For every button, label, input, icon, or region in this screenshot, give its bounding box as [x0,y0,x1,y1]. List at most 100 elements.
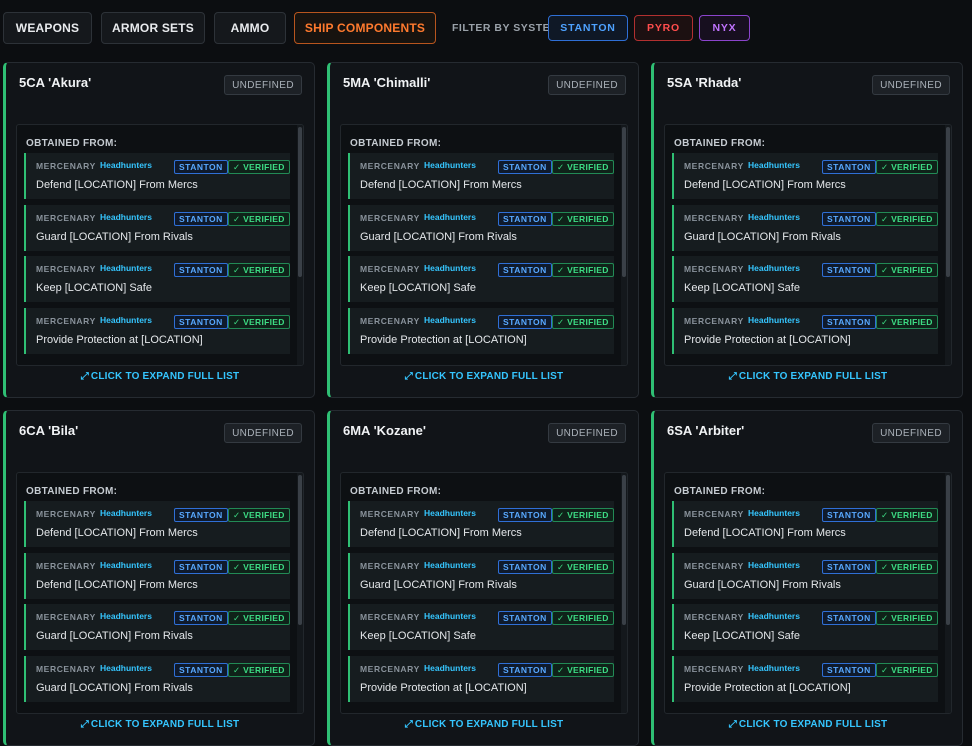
source-entry[interactable]: MERCENARY Headhunters STANTON ✓ VERIFIED… [672,604,938,650]
faction-link[interactable]: Headhunters [100,663,152,673]
faction-link[interactable]: Headhunters [100,508,152,518]
faction-link[interactable]: Headhunters [424,611,476,621]
source-entry[interactable]: MERCENARY Headhunters STANTON ✓ VERIFIED… [24,656,290,702]
faction-link[interactable]: Headhunters [100,611,152,621]
mission-type: MERCENARY [36,316,96,326]
component-card: 6SA 'Arbiter' UNDEFINED OBTAINED FROM: M… [651,410,963,746]
faction-link[interactable]: Headhunters [424,263,476,273]
source-entry[interactable]: MERCENARY Headhunters STANTON ✓ VERIFIED… [672,308,938,354]
source-entry[interactable]: MERCENARY Headhunters STANTON ✓ VERIFIED… [348,308,614,354]
verified-badge: ✓ VERIFIED [552,663,614,677]
card-title: 5MA 'Chimalli' [343,75,431,90]
scrollbar-thumb[interactable] [946,475,950,625]
source-entry[interactable]: MERCENARY Headhunters STANTON ✓ VERIFIED… [24,501,290,547]
faction-link[interactable]: Headhunters [424,663,476,673]
scrollbar-thumb[interactable] [622,475,626,625]
faction-link[interactable]: Headhunters [748,663,800,673]
faction-link[interactable]: Headhunters [424,560,476,570]
filter-pyro-button[interactable]: PYRO [634,15,693,41]
tab-armor-sets[interactable]: ARMOR SETS [101,12,205,44]
source-entry[interactable]: MERCENARY Headhunters STANTON ✓ VERIFIED… [672,656,938,702]
verified-badge: ✓ VERIFIED [228,560,290,574]
faction-link[interactable]: Headhunters [748,508,800,518]
faction-link[interactable]: Headhunters [424,212,476,222]
system-badge: STANTON [174,263,228,277]
source-entry[interactable]: MERCENARY Headhunters STANTON ✓ VERIFIED… [672,256,938,302]
faction-link[interactable]: Headhunters [748,263,800,273]
source-entry[interactable]: MERCENARY Headhunters STANTON ✓ VERIFIED… [672,501,938,547]
system-badge: STANTON [174,212,228,226]
source-entry[interactable]: MERCENARY Headhunters STANTON ✓ VERIFIED… [348,604,614,650]
mission-name: Defend [LOCATION] From Mercs [360,179,522,191]
source-entry[interactable]: MERCENARY Headhunters STANTON ✓ VERIFIED… [348,256,614,302]
source-entry[interactable]: MERCENARY Headhunters STANTON ✓ VERIFIED… [24,604,290,650]
status-badge: UNDEFINED [224,423,302,443]
faction-link[interactable]: Headhunters [748,315,800,325]
faction-link[interactable]: Headhunters [748,160,800,170]
source-list-scrollbar[interactable] [297,125,303,365]
source-entry[interactable]: MERCENARY Headhunters STANTON ✓ VERIFIED… [24,308,290,354]
source-list-scrollbar[interactable] [297,473,303,713]
expand-icon: ⤢ [80,719,89,730]
faction-link[interactable]: Headhunters [424,315,476,325]
source-list-scrollbar[interactable] [621,473,627,713]
filter-nyx-button[interactable]: NYX [699,15,750,41]
faction-link[interactable]: Headhunters [748,611,800,621]
source-entry[interactable]: MERCENARY Headhunters STANTON ✓ VERIFIED… [672,205,938,251]
expand-full-list-link[interactable]: ⤢ CLICK TO EXPAND FULL LIST [330,719,638,730]
expand-full-list-link[interactable]: ⤢ CLICK TO EXPAND FULL LIST [6,371,314,382]
system-badge: STANTON [498,263,552,277]
mission-type: MERCENARY [684,264,744,274]
source-list-scrollbar[interactable] [945,125,951,365]
expand-full-list-link[interactable]: ⤢ CLICK TO EXPAND FULL LIST [654,719,962,730]
system-badge: STANTON [822,508,876,522]
expand-label: CLICK TO EXPAND FULL LIST [414,719,564,730]
faction-link[interactable]: Headhunters [100,212,152,222]
faction-link[interactable]: Headhunters [424,160,476,170]
source-list-scrollbar[interactable] [945,473,951,713]
faction-link[interactable]: Headhunters [748,560,800,570]
faction-link[interactable]: Headhunters [100,160,152,170]
component-card: 5CA 'Akura' UNDEFINED OBTAINED FROM: MER… [3,62,315,398]
expand-full-list-link[interactable]: ⤢ CLICK TO EXPAND FULL LIST [654,371,962,382]
source-entry[interactable]: MERCENARY Headhunters STANTON ✓ VERIFIED… [24,256,290,302]
source-entry[interactable]: MERCENARY Headhunters STANTON ✓ VERIFIED… [348,153,614,199]
mission-name: Provide Protection at [LOCATION] [684,682,851,694]
mission-name: Keep [LOCATION] Safe [360,630,476,642]
faction-link[interactable]: Headhunters [424,508,476,518]
scrollbar-thumb[interactable] [298,475,302,625]
mission-name: Provide Protection at [LOCATION] [36,334,203,346]
source-entry[interactable]: MERCENARY Headhunters STANTON ✓ VERIFIED… [24,553,290,599]
mission-type: MERCENARY [36,509,96,519]
source-entry[interactable]: MERCENARY Headhunters STANTON ✓ VERIFIED… [348,656,614,702]
source-entry[interactable]: MERCENARY Headhunters STANTON ✓ VERIFIED… [348,501,614,547]
source-entry[interactable]: MERCENARY Headhunters STANTON ✓ VERIFIED… [672,153,938,199]
source-entry[interactable]: MERCENARY Headhunters STANTON ✓ VERIFIED… [348,553,614,599]
source-entry[interactable]: MERCENARY Headhunters STANTON ✓ VERIFIED… [24,153,290,199]
mission-name: Defend [LOCATION] From Mercs [36,527,198,539]
source-entry[interactable]: MERCENARY Headhunters STANTON ✓ VERIFIED… [348,205,614,251]
filter-stanton-button[interactable]: STANTON [548,15,628,41]
expand-full-list-link[interactable]: ⤢ CLICK TO EXPAND FULL LIST [6,719,314,730]
faction-link[interactable]: Headhunters [100,560,152,570]
expand-full-list-link[interactable]: ⤢ CLICK TO EXPAND FULL LIST [330,371,638,382]
faction-link[interactable]: Headhunters [100,263,152,273]
tab-ammo[interactable]: AMMO [214,12,286,44]
faction-link[interactable]: Headhunters [100,315,152,325]
mission-type: MERCENARY [36,664,96,674]
verified-badge: ✓ VERIFIED [876,663,938,677]
tab-weapons[interactable]: WEAPONS [3,12,92,44]
scrollbar-thumb[interactable] [298,127,302,277]
faction-link[interactable]: Headhunters [748,212,800,222]
verified-badge: ✓ VERIFIED [876,212,938,226]
mission-name: Guard [LOCATION] From Rivals [684,231,841,243]
verified-badge: ✓ VERIFIED [876,263,938,277]
scrollbar-thumb[interactable] [622,127,626,277]
scrollbar-thumb[interactable] [946,127,950,277]
obtained-from-header: OBTAINED FROM: [674,486,766,497]
verified-badge: ✓ VERIFIED [876,508,938,522]
source-list-scrollbar[interactable] [621,125,627,365]
source-entry[interactable]: MERCENARY Headhunters STANTON ✓ VERIFIED… [672,553,938,599]
tab-ship-components[interactable]: SHIP COMPONENTS [294,12,436,44]
source-entry[interactable]: MERCENARY Headhunters STANTON ✓ VERIFIED… [24,205,290,251]
